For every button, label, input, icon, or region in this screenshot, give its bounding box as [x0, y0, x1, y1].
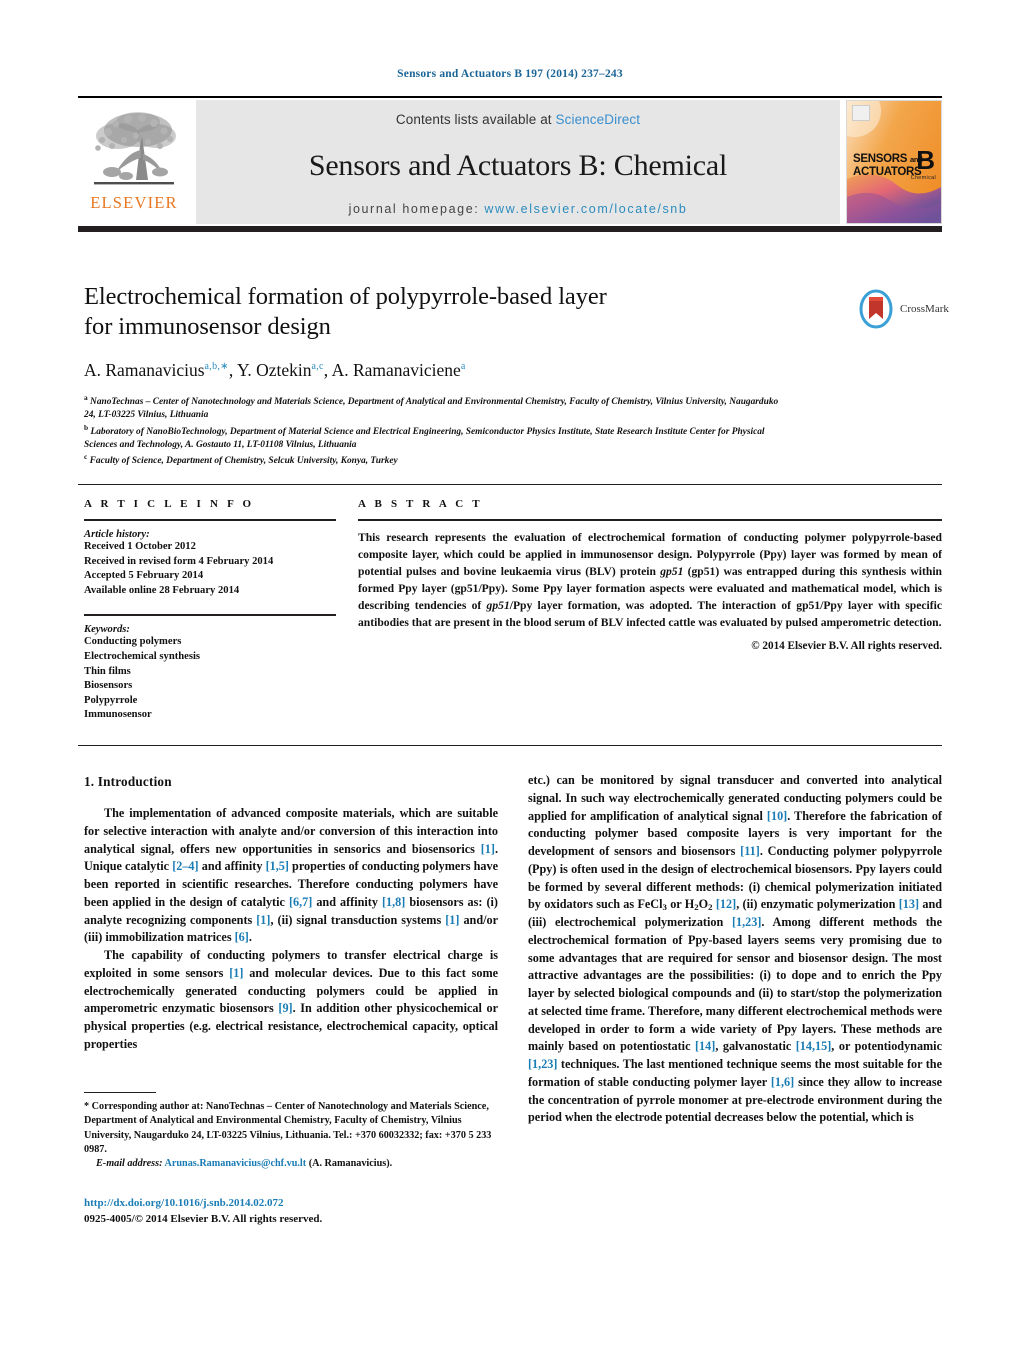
body-column-right: etc.) can be monitored by signal transdu… [528, 772, 942, 1127]
elsevier-tree-icon [94, 112, 176, 185]
journal-homepage-link[interactable]: www.elsevier.com/locate/snb [484, 202, 687, 216]
elsevier-logo: ELSEVIER [78, 100, 190, 224]
elsevier-wordmark: ELSEVIER [90, 193, 178, 212]
keyword-item: Biosensors [84, 680, 133, 692]
introduction-heading: 1. Introduction [84, 774, 172, 789]
journal-homepage-line: journal homepage: www.elsevier.com/locat… [349, 202, 688, 216]
journal-title: Sensors and Actuators B: Chemical [308, 148, 728, 182]
contents-prefix: Contents lists available at [395, 112, 556, 127]
article-info-column: A R T I C L E I N F O Article history: R… [84, 498, 336, 723]
title-line-1: Electrochemical formation of polypyrrole… [84, 283, 607, 310]
running-head: Sensors and Actuators B 197 (2014) 237–2… [397, 68, 623, 80]
keyword-item: Conducting polymers [84, 636, 182, 648]
abstract-column: A B S T R A C T This research represents… [358, 498, 942, 652]
journal-banner: Contents lists available at ScienceDirec… [196, 100, 840, 224]
email-address-label: E-mail address: [96, 1158, 163, 1170]
contents-lists-line: Contents lists available at ScienceDirec… [396, 112, 640, 127]
author-list: A. Ramanaviciusa,b,∗, Y. Oztekina,c, A. … [84, 359, 466, 380]
footnote-email-line: E-mail address: Arunas.Ramanavicius@chf.… [84, 1157, 498, 1171]
affiliation-text-b: Laboratory of NanoBioTechnology, Departm… [84, 426, 765, 451]
abstract-heading: A B S T R A C T [358, 498, 483, 510]
cover-series-subtitle: Chemical [910, 175, 936, 181]
email-address-suffix: (A. Ramanavicius). [308, 1158, 393, 1170]
sciencedirect-link[interactable]: ScienceDirect [556, 112, 641, 127]
article-info-rule [84, 519, 336, 521]
title-line-2: for immunosensor design [84, 312, 331, 340]
affiliation-b: b Laboratory of NanoBioTechnology, Depar… [84, 423, 784, 453]
crossmark-badge[interactable]: CrossMark [856, 286, 956, 332]
title-block: Electrochemical formation of polypyrrole… [84, 282, 844, 469]
crossmark-label: CrossMark [900, 303, 949, 315]
keyword-item: Immunosensor [84, 709, 152, 721]
affiliation-a: a NanoTechnas – Center of Nanotechnology… [84, 393, 784, 423]
affiliation-text-c: Faculty of Science, Department of Chemis… [89, 456, 398, 467]
cover-elsevier-mark-icon [852, 105, 870, 121]
footer-doi-block: http://dx.doi.org/10.1016/j.snb.2014.02.… [84, 1196, 504, 1227]
keyword-item: Thin films [84, 665, 131, 677]
footnote-body: * Corresponding author at: NanoTechnas –… [84, 1101, 492, 1155]
journal-cover-thumbnail[interactable]: SENSORS and ACTUATORS B Chemical [846, 100, 942, 224]
email-address-link[interactable]: Arunas.Ramanavicius@chf.vu.lt [165, 1158, 307, 1169]
crossmark-icon [859, 289, 893, 329]
homepage-prefix: journal homepage: [348, 202, 485, 216]
keywords-label: Keywords: [84, 624, 130, 636]
affiliation-marker-b: b [84, 422, 89, 432]
body-column-left: 1. Introduction The implementation of ad… [84, 772, 498, 1054]
intro-paragraph-2: The capability of conducting polymers to… [84, 948, 499, 1051]
intro-paragraph-1: The implementation of advanced composite… [84, 806, 498, 945]
keyword-item: Polypyrrole [84, 694, 138, 706]
corresponding-author-footnote: * Corresponding author at: NanoTechnas –… [84, 1100, 498, 1171]
abstract-body: This research represents the evaluation … [358, 531, 942, 630]
affiliation-text-a: NanoTechnas – Center of Nanotechnology a… [84, 396, 779, 421]
masthead-bottom-bar [78, 226, 942, 232]
article-history-online: Available online 28 February 2014 [84, 584, 240, 596]
intro-paragraph-3: etc.) can be monitored by signal transdu… [528, 773, 942, 1125]
article-history-accepted: Accepted 5 February 2014 [84, 570, 204, 582]
affiliation-list: a NanoTechnas – Center of Nanotechnology… [84, 393, 784, 469]
masthead-top-rule [78, 96, 942, 98]
cover-series-letter: B [916, 145, 935, 175]
affiliation-marker-a: a [84, 392, 88, 402]
cover-line-1: SENSORS [853, 153, 908, 165]
page-title: Electrochemical formation of polypyrrole… [84, 282, 844, 342]
journal-masthead: ELSEVIER Contents lists available at Sci… [78, 96, 942, 232]
paper-page: Sensors and Actuators B 197 (2014) 237–2… [0, 0, 1020, 1351]
doi-link[interactable]: http://dx.doi.org/10.1016/j.snb.2014.02.… [84, 1196, 504, 1212]
abstract-copyright: © 2014 Elsevier B.V. All rights reserved… [751, 640, 942, 653]
info-section-bottom-rule [78, 745, 942, 746]
keywords-rule [84, 614, 336, 617]
footnote-separator-rule [84, 1092, 156, 1093]
article-history-received: Received 1 October 2012 [84, 541, 196, 552]
abstract-rule [358, 519, 942, 521]
article-info-heading: A R T I C L E I N F O [84, 498, 255, 510]
affiliation-c: c Faculty of Science, Department of Chem… [84, 452, 784, 468]
article-history-label: Article history: [84, 529, 150, 540]
info-section-top-rule [78, 484, 942, 485]
affiliation-marker-c: c [84, 452, 88, 462]
keyword-item: Electrochemical synthesis [84, 651, 201, 663]
issn-copyright-line: 0925-4005/© 2014 Elsevier B.V. All right… [84, 1212, 323, 1225]
article-history-revised: Received in revised form 4 February 2014 [84, 555, 274, 567]
